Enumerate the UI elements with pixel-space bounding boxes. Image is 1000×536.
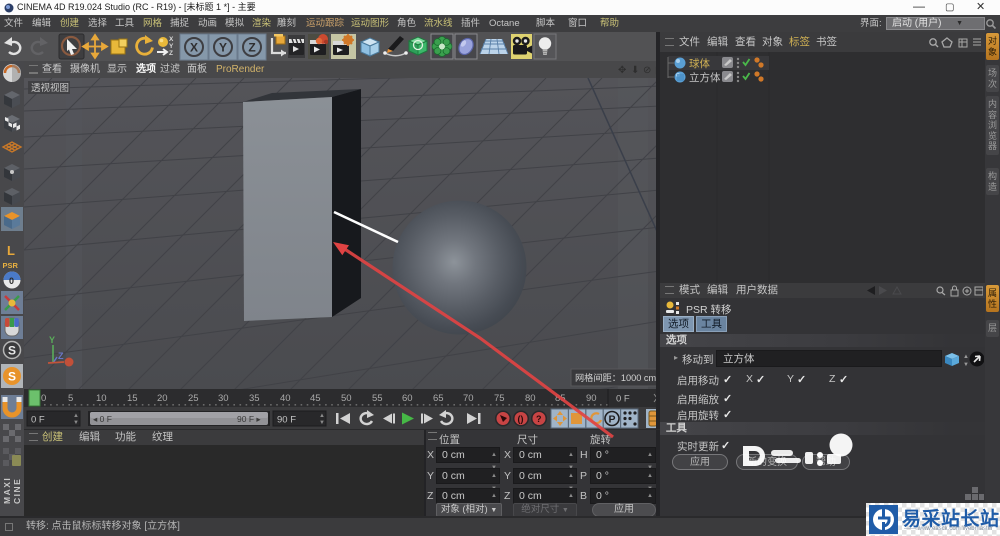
svg-text:▼: ▼	[963, 362, 969, 367]
svg-text:90 F: 90 F	[277, 415, 296, 426]
svg-text:L: L	[7, 243, 15, 258]
svg-text:▲: ▲	[319, 413, 325, 419]
svg-text:透视视图: 透视视图	[31, 82, 69, 94]
svg-text:S: S	[8, 344, 16, 358]
svg-text:Z: Z	[248, 41, 255, 55]
svg-text:5: 5	[68, 393, 73, 404]
svg-text:50: 50	[341, 393, 352, 404]
svg-text:20: 20	[157, 393, 168, 404]
svg-text:0: 0	[9, 276, 14, 286]
svg-text:65: 65	[433, 393, 444, 404]
svg-text:Y: Y	[169, 43, 174, 50]
svg-text:P: P	[609, 414, 616, 426]
svg-text:75: 75	[494, 393, 505, 404]
svg-text:35: 35	[249, 393, 260, 404]
svg-text:90 F ▸: 90 F ▸	[237, 414, 261, 424]
svg-text:25: 25	[188, 393, 199, 404]
svg-text:▲: ▲	[73, 413, 79, 419]
svg-text:CINE: CINE	[12, 478, 22, 504]
svg-text:Z: Z	[169, 50, 173, 57]
svg-text:40: 40	[280, 393, 291, 404]
svg-text:0 F: 0 F	[31, 415, 45, 426]
svg-text:45: 45	[310, 393, 321, 404]
svg-text:立方体: 立方体	[689, 71, 721, 84]
svg-text:10: 10	[96, 393, 107, 404]
svg-text:球体: 球体	[689, 57, 710, 70]
svg-text:30: 30	[218, 393, 229, 404]
svg-text:X: X	[169, 36, 174, 43]
svg-text:55: 55	[372, 393, 383, 404]
svg-text:(): ()	[518, 414, 524, 424]
svg-text:85: 85	[555, 393, 566, 404]
svg-text:▲: ▲	[963, 354, 969, 360]
svg-text:Y: Y	[219, 41, 227, 55]
svg-text:80: 80	[525, 393, 536, 404]
svg-text:PSR: PSR	[3, 261, 19, 270]
svg-text:▼: ▼	[319, 420, 325, 426]
svg-text:70: 70	[463, 393, 474, 404]
svg-text:网格间距：1000 cm: 网格间距：1000 cm	[575, 372, 657, 383]
svg-text:Z: Z	[58, 351, 64, 361]
svg-text:X: X	[190, 41, 198, 55]
svg-text:?: ?	[536, 414, 542, 424]
svg-text:Y: Y	[49, 335, 55, 345]
svg-text:90: 90	[586, 393, 597, 404]
svg-text:MAXI: MAXI	[2, 477, 12, 504]
svg-text:60: 60	[402, 393, 413, 404]
svg-text:S: S	[8, 370, 16, 384]
svg-text:0 F: 0 F	[616, 394, 630, 405]
svg-text:▼: ▼	[73, 420, 79, 426]
svg-text:0: 0	[41, 393, 46, 404]
svg-text:15: 15	[127, 393, 138, 404]
svg-text:◂ 0 F: ◂ 0 F	[93, 414, 112, 424]
